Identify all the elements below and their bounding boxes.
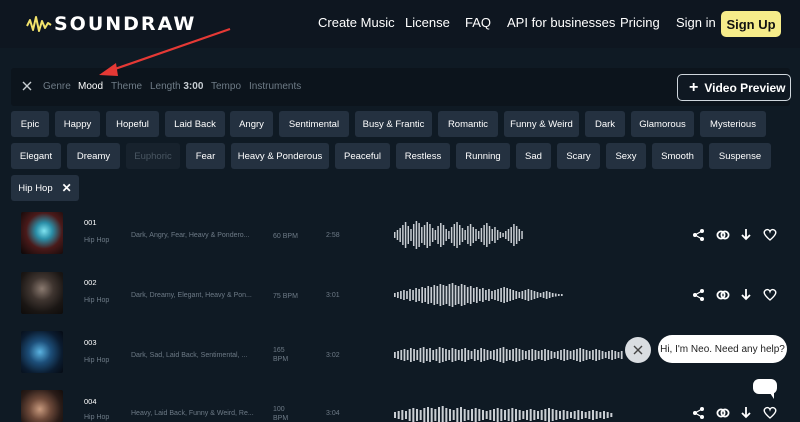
nav-api-for-businesses[interactable]: API for businesses bbox=[507, 15, 615, 30]
track-length: 2:58 bbox=[326, 232, 340, 239]
mood-chip-happy[interactable]: Happy bbox=[55, 111, 100, 137]
tab-length[interactable]: Length 3:00 bbox=[150, 81, 203, 92]
track-length: 3:02 bbox=[326, 352, 340, 359]
track-number: 002 bbox=[84, 278, 97, 287]
mood-chip-running[interactable]: Running bbox=[456, 143, 510, 169]
track-bpm: 75 BPM bbox=[273, 293, 298, 300]
track-thumbnail[interactable] bbox=[21, 390, 63, 422]
nav-sign-in[interactable]: Sign in bbox=[676, 15, 716, 30]
share-icon[interactable] bbox=[692, 406, 706, 420]
mood-chip-sexy[interactable]: Sexy bbox=[606, 143, 646, 169]
track-genre: Hip Hop bbox=[84, 237, 110, 244]
mood-chip-scary[interactable]: Scary bbox=[557, 143, 600, 169]
track-thumbnail[interactable] bbox=[21, 212, 63, 254]
mood-chip-epic[interactable]: Epic bbox=[11, 111, 49, 137]
tab-instruments[interactable]: Instruments bbox=[249, 81, 301, 92]
chat-bubble[interactable]: Hi, I'm Neo. Need any help? bbox=[658, 335, 787, 363]
nav-faq[interactable]: FAQ bbox=[465, 15, 491, 30]
video-preview-label: Video Preview bbox=[704, 80, 786, 95]
mood-chip-dreamy[interactable]: Dreamy bbox=[67, 143, 120, 169]
plus-icon: + bbox=[689, 78, 699, 96]
selected-chip-label: Hip Hop bbox=[18, 182, 53, 194]
brand-name: SOUNDRAW bbox=[54, 13, 197, 35]
link-icon[interactable] bbox=[716, 406, 730, 420]
sign-up-button[interactable]: Sign Up bbox=[721, 11, 781, 37]
track-moods: Dark, Dreamy, Elegant, Heavy & Pon... bbox=[131, 292, 252, 299]
tab-length-label: Length bbox=[150, 81, 181, 92]
selected-chip-hip-hop[interactable]: Hip Hop ✕ bbox=[11, 175, 79, 201]
track-genre: Hip Hop bbox=[84, 414, 110, 421]
mood-chip-elegant[interactable]: Elegant bbox=[11, 143, 61, 169]
track-moods: Dark, Sad, Laid Back, Sentimental, ... bbox=[131, 352, 248, 359]
tab-genre[interactable]: Genre bbox=[43, 81, 71, 92]
chat-icon[interactable] bbox=[752, 378, 780, 400]
track-number: 001 bbox=[84, 218, 97, 227]
track-genre: Hip Hop bbox=[84, 297, 110, 304]
heart-icon[interactable] bbox=[763, 228, 777, 242]
soundraw-logo[interactable]: SOUNDRAW bbox=[26, 11, 196, 37]
nav-create-music[interactable]: Create Music bbox=[318, 15, 395, 30]
track-bpm: 60 BPM bbox=[273, 233, 298, 240]
heart-icon[interactable] bbox=[763, 406, 777, 420]
track-thumbnail[interactable] bbox=[21, 272, 63, 314]
track-bpm: 100 BPM bbox=[273, 406, 289, 422]
mood-chip-smooth[interactable]: Smooth bbox=[652, 143, 703, 169]
share-icon[interactable] bbox=[692, 228, 706, 242]
track-waveform[interactable] bbox=[394, 400, 614, 422]
heart-icon[interactable] bbox=[763, 288, 777, 302]
mood-chip-glamorous[interactable]: Glamorous bbox=[631, 111, 694, 137]
mood-chip-sentimental[interactable]: Sentimental bbox=[279, 111, 349, 137]
track-moods: Dark, Angry, Fear, Heavy & Pondero... bbox=[131, 232, 250, 239]
track-moods: Heavy, Laid Back, Funny & Weird, Re... bbox=[131, 410, 254, 417]
tab-tempo[interactable]: Tempo bbox=[211, 81, 241, 92]
mood-chip-heavy-ponderous[interactable]: Heavy & Ponderous bbox=[231, 143, 329, 169]
share-icon[interactable] bbox=[692, 288, 706, 302]
track-genre: Hip Hop bbox=[84, 357, 110, 364]
mood-chip-angry[interactable]: Angry bbox=[230, 111, 273, 137]
download-icon[interactable] bbox=[739, 288, 753, 302]
track-thumbnail[interactable] bbox=[21, 331, 63, 373]
close-filters-icon[interactable] bbox=[21, 80, 33, 92]
mood-chip-busy-frantic[interactable]: Busy & Frantic bbox=[355, 111, 432, 137]
tab-length-value: 3:00 bbox=[183, 81, 204, 92]
video-preview-button[interactable]: + Video Preview bbox=[677, 74, 791, 101]
mood-chip-peaceful[interactable]: Peaceful bbox=[335, 143, 390, 169]
mood-chip-romantic[interactable]: Romantic bbox=[438, 111, 498, 137]
nav-pricing[interactable]: Pricing bbox=[620, 15, 660, 30]
mood-chip-hopeful[interactable]: Hopeful bbox=[106, 111, 159, 137]
track-length: 3:01 bbox=[326, 292, 340, 299]
mood-chip-fear[interactable]: Fear bbox=[186, 143, 225, 169]
mood-chip-mysterious[interactable]: Mysterious bbox=[700, 111, 766, 137]
mood-chip-laid-back[interactable]: Laid Back bbox=[165, 111, 225, 137]
tab-mood[interactable]: Mood bbox=[78, 81, 103, 92]
mood-chip-sad[interactable]: Sad bbox=[516, 143, 551, 169]
track-length: 3:04 bbox=[326, 410, 340, 417]
link-icon[interactable] bbox=[716, 228, 730, 242]
link-icon[interactable] bbox=[716, 288, 730, 302]
close-icon bbox=[633, 345, 643, 355]
track-number: 004 bbox=[84, 397, 97, 406]
track-waveform[interactable] bbox=[394, 340, 624, 370]
close-chat-button[interactable] bbox=[625, 337, 651, 363]
track-waveform[interactable] bbox=[394, 220, 524, 250]
nav-license[interactable]: License bbox=[405, 15, 450, 30]
track-bpm: 165 BPM bbox=[273, 347, 289, 363]
waveform-logo-icon bbox=[26, 16, 52, 32]
download-icon[interactable] bbox=[739, 406, 753, 420]
download-icon[interactable] bbox=[739, 228, 753, 242]
mood-chip-restless[interactable]: Restless bbox=[396, 143, 450, 169]
track-number: 003 bbox=[84, 338, 97, 347]
mood-chip-dark[interactable]: Dark bbox=[585, 111, 625, 137]
mood-chip-funny-weird[interactable]: Funny & Weird bbox=[504, 111, 579, 137]
track-waveform[interactable] bbox=[394, 280, 564, 310]
mood-chip-suspense[interactable]: Suspense bbox=[709, 143, 771, 169]
tab-theme[interactable]: Theme bbox=[111, 81, 142, 92]
mood-chip-euphoric[interactable]: Euphoric bbox=[126, 143, 180, 169]
remove-chip-icon[interactable]: ✕ bbox=[62, 181, 72, 195]
